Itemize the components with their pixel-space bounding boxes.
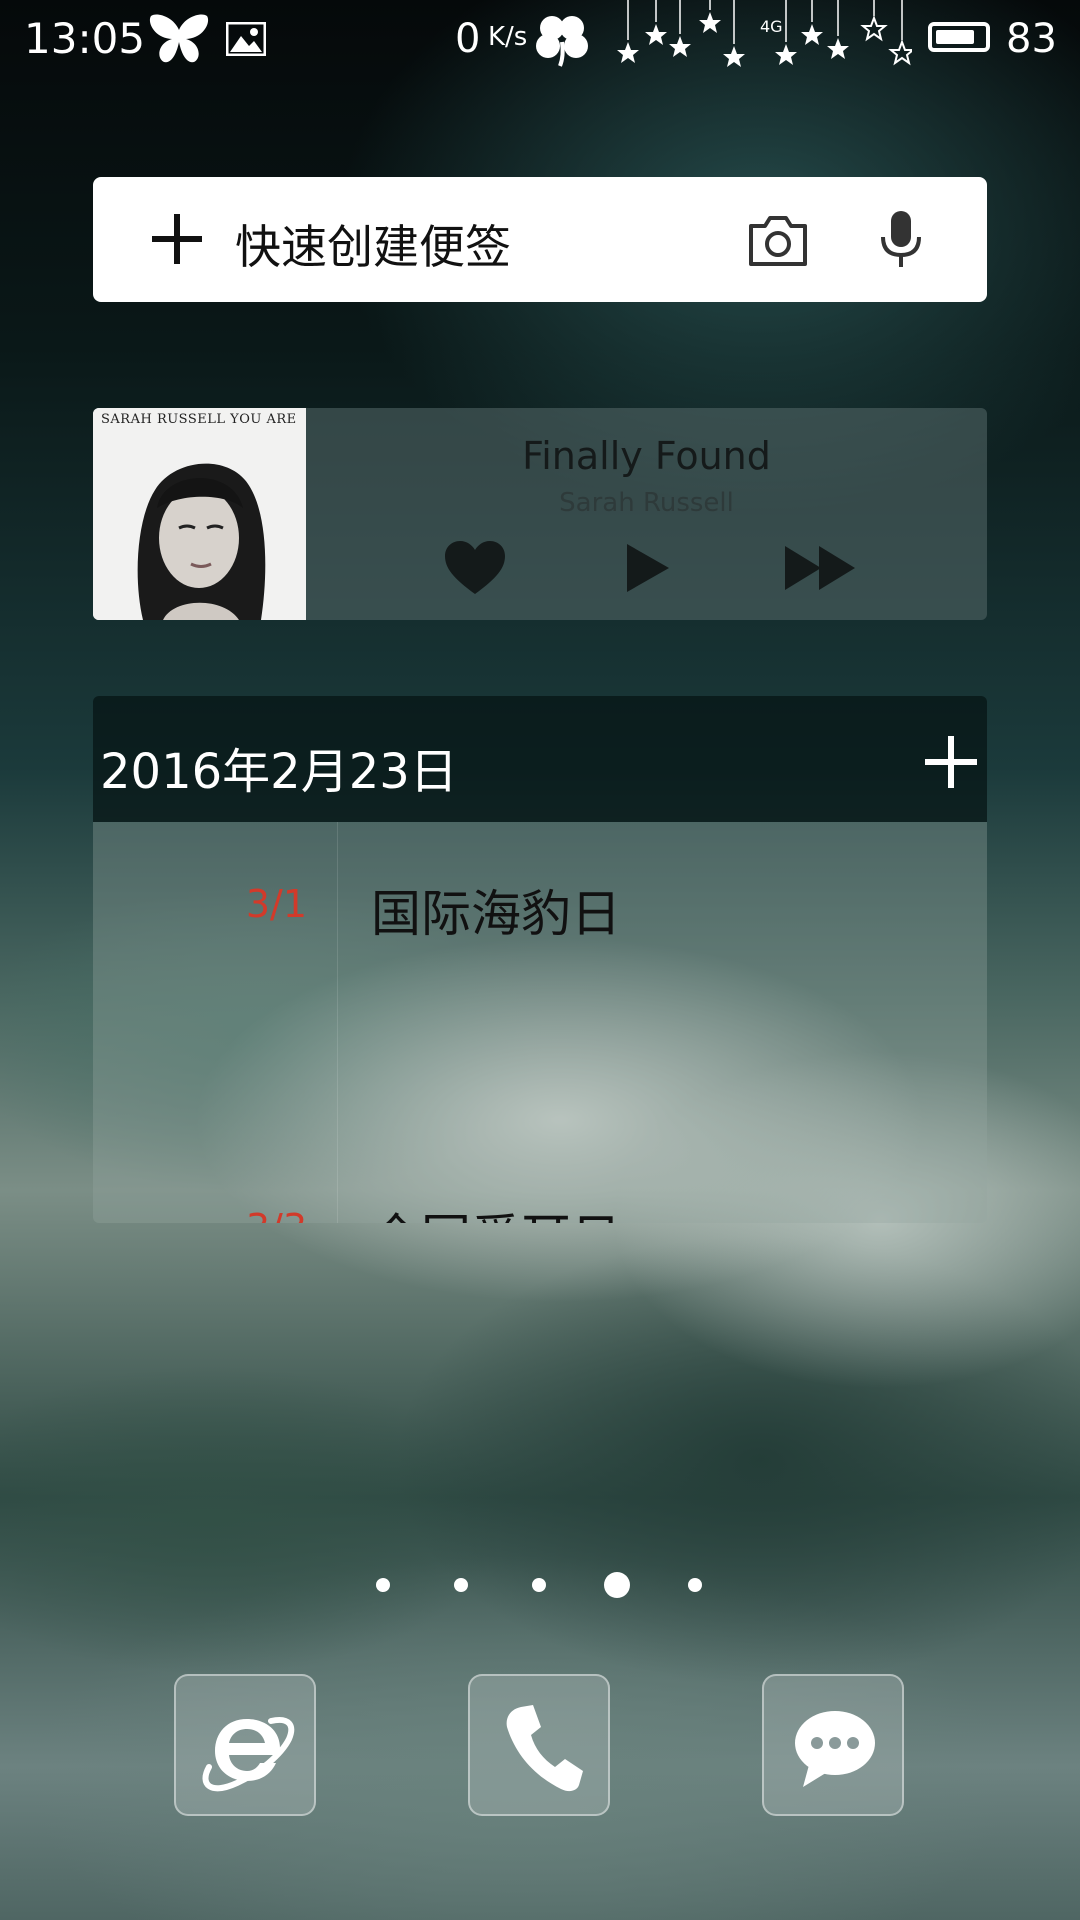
calendar-event[interactable]: 3/3 全国爱耳日 xyxy=(93,1186,987,1223)
status-time: 13:05 xyxy=(24,14,146,63)
calendar-widget[interactable]: 2016年2月23日 3/1 国际海豹日 3/3 全国爱耳日 xyxy=(93,696,987,1223)
net-speed: 0 xyxy=(455,16,481,62)
album-cover[interactable]: SARAH RUSSELL YOU ARE xyxy=(93,408,306,620)
heart-icon[interactable] xyxy=(443,540,507,596)
album-portrait xyxy=(93,408,306,620)
event-date: 3/1 xyxy=(245,882,307,926)
phone-icon xyxy=(506,1705,583,1792)
phone-app[interactable] xyxy=(468,1674,610,1816)
clover-icon xyxy=(536,16,588,67)
battery-level: 83 xyxy=(1006,16,1057,62)
add-event-icon[interactable] xyxy=(923,734,979,790)
page-indicator[interactable] xyxy=(0,1570,1080,1600)
page-dot-active[interactable] xyxy=(604,1572,630,1598)
event-date: 3/3 xyxy=(93,1206,307,1223)
microphone-icon[interactable] xyxy=(879,209,923,271)
gallery-icon xyxy=(226,22,266,56)
song-title: Finally Found xyxy=(522,434,771,478)
message-icon xyxy=(795,1711,875,1787)
event-name: 国际海豹日 xyxy=(371,885,621,943)
browser-app[interactable] xyxy=(174,1674,316,1816)
page-dot[interactable] xyxy=(454,1578,468,1592)
network-type: 4G xyxy=(760,17,783,36)
calendar-date: 2016年2月23日 xyxy=(100,744,458,800)
page-dot[interactable] xyxy=(532,1578,546,1592)
plus-icon[interactable] xyxy=(149,211,205,267)
music-widget[interactable]: SARAH RUSSELL YOU ARE Finally Found Sara… xyxy=(93,408,987,620)
net-speed-unit: K/s xyxy=(488,22,528,52)
calendar-events[interactable]: 3/1 国际海豹日 3/3 全国爱耳日 xyxy=(93,822,987,1223)
messages-app[interactable] xyxy=(762,1674,904,1816)
browser-icon xyxy=(202,1717,295,1792)
album-text: SARAH RUSSELL YOU ARE xyxy=(101,412,297,427)
song-artist: Sarah Russell xyxy=(559,488,734,518)
quick-note-bar[interactable]: 快速创建便签 xyxy=(93,177,987,302)
page-dot[interactable] xyxy=(376,1578,390,1592)
battery-icon xyxy=(928,22,990,52)
calendar-event[interactable]: 3/1 国际海豹日 xyxy=(93,862,987,952)
quick-note-placeholder[interactable]: 快速创建便签 xyxy=(235,211,511,277)
butterfly-icon xyxy=(149,14,209,63)
play-icon[interactable] xyxy=(623,542,673,594)
event-name: 全国爱耳日 xyxy=(371,1198,621,1223)
camera-icon[interactable] xyxy=(747,212,809,268)
status-bar: 13:05 0 K/s 4G 83 xyxy=(0,0,1080,80)
fast-forward-icon[interactable] xyxy=(783,544,859,592)
page-dot[interactable] xyxy=(688,1578,702,1592)
calendar-header: 2016年2月23日 xyxy=(93,696,987,822)
stars-signal-icon: 4G xyxy=(617,0,912,67)
